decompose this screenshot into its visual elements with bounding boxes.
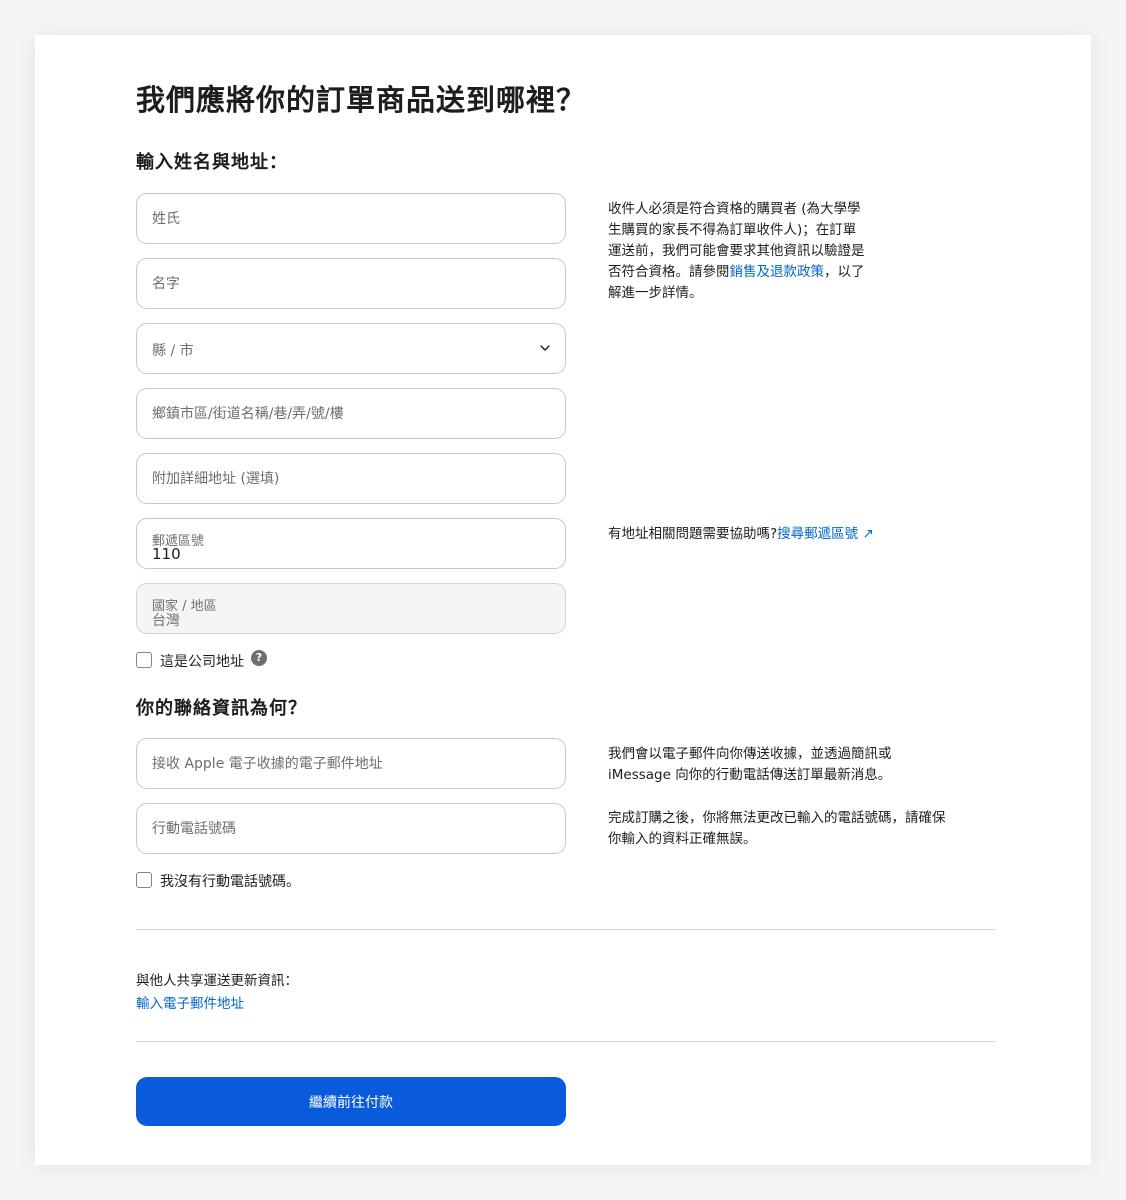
help-icon[interactable]: ?: [251, 650, 267, 666]
email-input[interactable]: [137, 739, 565, 788]
street-field: [136, 388, 566, 439]
address-section-title: 輸入姓名與地址：: [136, 152, 288, 173]
sales-refund-policy-link[interactable]: 銷售及退款政策: [730, 264, 825, 280]
county-city-label: 縣 / 市: [152, 343, 194, 359]
country-value: 台灣: [152, 613, 180, 629]
address-line2-input[interactable]: [137, 454, 565, 503]
divider: [136, 929, 995, 930]
business-address-label[interactable]: 這是公司地址: [160, 651, 244, 671]
find-postal-code-link-text: 搜尋郵遞區號: [777, 526, 859, 542]
divider: [136, 1041, 995, 1042]
email-field: [136, 738, 566, 789]
street-input[interactable]: [137, 389, 565, 438]
page-title: 我們應將你的訂單商品送到哪裡？: [136, 83, 587, 117]
county-city-select[interactable]: 縣 / 市: [136, 323, 566, 374]
first-name-input[interactable]: [137, 259, 565, 308]
address-line2-field: [136, 453, 566, 504]
country-field: 國家 / 地區 台灣: [136, 583, 566, 634]
last-name-field: [136, 193, 566, 244]
address-help: 有地址相關問題需要協助嗎?搜尋郵遞區號 ↗: [608, 524, 948, 545]
no-phone-checkbox[interactable]: [136, 872, 152, 888]
phone-change-note: 完成訂購之後，你將無法更改已輸入的電話號碼，請確保你輸入的資料正確無誤。: [608, 810, 946, 847]
contact-section-title: 你的聯絡資訊為何？: [136, 698, 307, 719]
eligibility-note: 收件人必須是符合資格的購買者 (為大學學生購買的家長不得為訂單收件人)；在訂單運…: [608, 199, 868, 304]
checkout-card: 我們應將你的訂單商品送到哪裡？ 輸入姓名與地址： 縣 / 市 郵遞區號 110 …: [35, 35, 1091, 1165]
business-address-checkbox[interactable]: [136, 652, 152, 668]
find-postal-code-link[interactable]: 搜尋郵遞區號 ↗: [777, 526, 874, 542]
phone-field: [136, 803, 566, 854]
postal-code-field[interactable]: 郵遞區號 110: [136, 518, 566, 569]
address-help-text: 有地址相關問題需要協助嗎?: [608, 526, 778, 542]
chevron-down-icon: [540, 345, 550, 351]
postal-code-value: 110: [152, 545, 181, 563]
first-name-field: [136, 258, 566, 309]
continue-to-payment-button[interactable]: 繼續前往付款: [136, 1077, 566, 1126]
no-phone-label[interactable]: 我沒有行動電話號碼。: [160, 871, 300, 891]
receipt-note: 我們會以電子郵件向你傳送收據，並透過簡訊或 iMessage 向你的行動電話傳送…: [608, 746, 892, 783]
share-email-link[interactable]: 輸入電子郵件地址: [136, 992, 244, 1012]
external-link-icon: ↗: [862, 526, 874, 542]
last-name-input[interactable]: [137, 194, 565, 243]
share-updates-label: 與他人共享運送更新資訊：: [136, 973, 298, 989]
phone-input[interactable]: [137, 804, 565, 853]
